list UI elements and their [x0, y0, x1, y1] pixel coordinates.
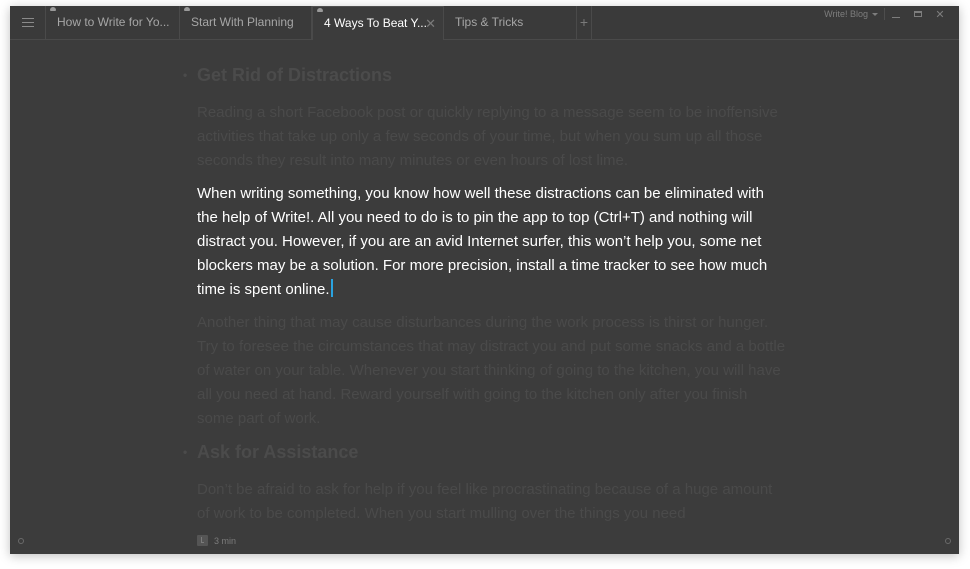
add-tab-button[interactable]: + — [576, 6, 592, 39]
section-heading: • Get Rid of Distractions — [183, 63, 787, 87]
close-icon: ✕ — [935, 8, 945, 21]
document-content[interactable]: • Get Rid of Distractions Reading a shor… — [183, 40, 787, 526]
bullet-icon: • — [183, 68, 188, 82]
window-controls: Write! Blog ✕ — [824, 6, 951, 22]
paragraph: Another thing that may cause disturbance… — [197, 314, 786, 427]
paragraph: Reading a short Facebook post or quickly… — [197, 104, 778, 169]
bullet-icon: • — [183, 445, 188, 459]
maximize-button[interactable] — [907, 7, 929, 21]
tab-label: Tips & Tricks — [455, 15, 524, 29]
cloud-icon — [317, 8, 323, 12]
tab-label: How to Write for Yo... — [57, 15, 170, 29]
heading-text: Ask for Assistance — [197, 442, 359, 462]
left-status-indicator-icon[interactable] — [18, 538, 24, 544]
tab-tips-and-tricks[interactable]: Tips & Tricks — [444, 6, 576, 39]
tab-4-ways-to-beat[interactable]: 4 Ways To Beat Y... ✕ — [312, 6, 444, 40]
tab-how-to-write[interactable]: How to Write for Yo... — [46, 6, 180, 39]
reading-time-value: 3 min — [214, 535, 237, 546]
status-bar: 3 min — [10, 530, 959, 554]
app-window: How to Write for Yo... Start With Planni… — [10, 6, 959, 554]
hamburger-menu-icon — [21, 18, 34, 27]
clock-icon — [197, 535, 208, 546]
editor-area[interactable]: • Get Rid of Distractions Reading a shor… — [10, 40, 959, 530]
cloud-icon — [184, 7, 190, 11]
focused-paragraph[interactable]: When writing something, you know how wel… — [197, 182, 787, 302]
close-icon[interactable]: ✕ — [425, 7, 436, 40]
minimize-button[interactable] — [885, 7, 907, 21]
reading-time: 3 min — [197, 535, 236, 546]
minimize-icon — [892, 16, 900, 18]
caret-down-icon — [872, 12, 878, 16]
right-status-indicator-icon[interactable] — [945, 538, 951, 544]
menu-button[interactable] — [10, 6, 46, 39]
blog-selector-label: Write! Blog — [824, 9, 868, 19]
tab-label: 4 Ways To Beat Y... — [324, 16, 427, 30]
heading-text: Get Rid of Distractions — [197, 65, 393, 85]
tab-bar: How to Write for Yo... Start With Planni… — [10, 6, 959, 40]
section-heading: • Ask for Assistance — [183, 440, 787, 464]
blog-selector[interactable]: Write! Blog — [824, 8, 885, 20]
text-cursor — [330, 279, 333, 297]
paragraph-text: When writing something, you know how wel… — [197, 185, 768, 298]
close-window-button[interactable]: ✕ — [929, 7, 951, 21]
plus-icon: + — [579, 14, 589, 30]
paragraph: Don’t be afraid to ask for help if you f… — [197, 481, 773, 522]
cloud-icon — [50, 7, 56, 11]
tab-start-with-planning[interactable]: Start With Planning — [180, 6, 312, 39]
tab-label: Start With Planning — [191, 15, 294, 29]
maximize-icon — [914, 11, 922, 17]
